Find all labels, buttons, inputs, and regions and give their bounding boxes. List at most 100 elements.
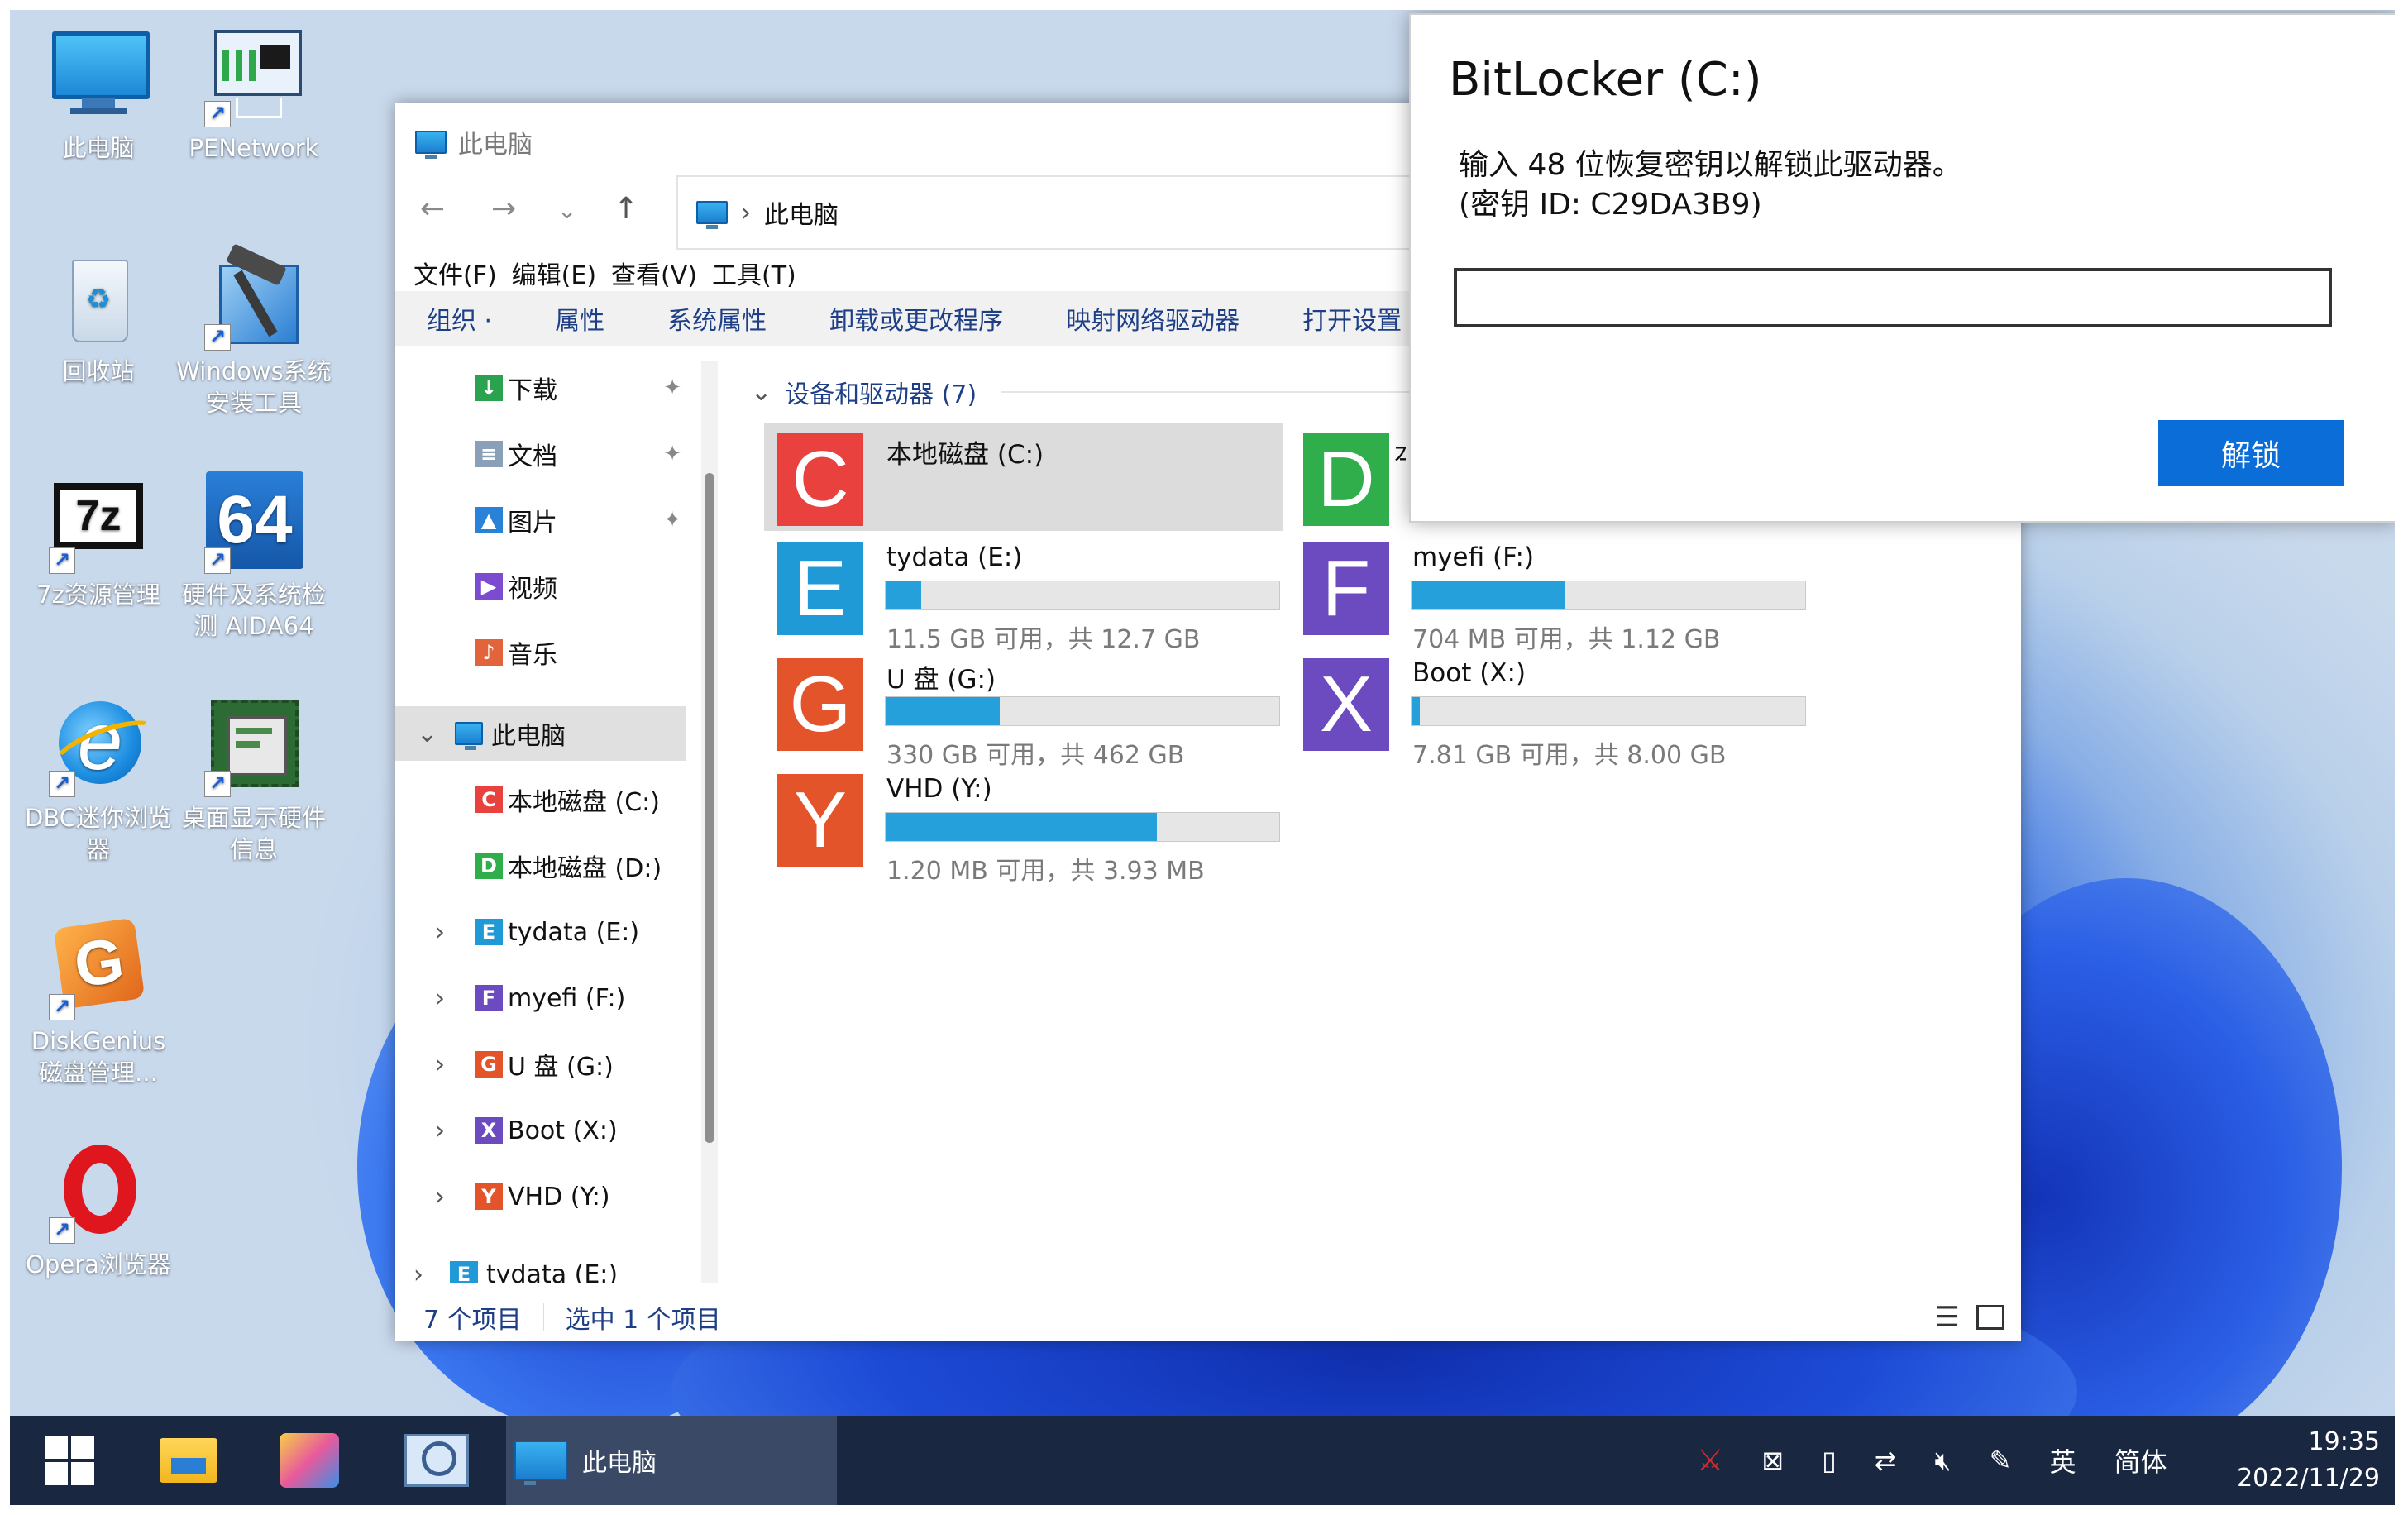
chevron-right-icon[interactable]: › — [435, 1116, 445, 1145]
desktop-icon-diskgenius[interactable]: G ↗ DiskGenius磁盘管理... — [20, 917, 177, 1088]
desktop-icon-opera[interactable]: ↗ Opera浏览器 — [20, 1141, 177, 1280]
nav-item-videos[interactable]: ▶ 视频 — [395, 559, 686, 614]
drive-e-icon: E — [475, 919, 503, 945]
desktop-icon-aida64[interactable]: 64 ↗ 硬件及系统检测 AIDA64 — [175, 471, 332, 642]
desktop-icon-label: PENetwork — [189, 134, 319, 162]
chevron-right-icon[interactable]: › — [413, 1260, 423, 1283]
pen-icon[interactable]: ✎ — [1990, 1445, 2012, 1476]
drive-tile-c[interactable]: C 本地磁盘 (C:) — [764, 423, 1283, 531]
download-folder-icon: ↓ — [475, 375, 503, 401]
nav-item-pictures[interactable]: ▲ 图片 ✦ — [395, 493, 686, 547]
recent-dropdown-button[interactable]: ⌄ — [557, 197, 576, 224]
breadcrumb[interactable]: 此电脑 — [764, 194, 838, 231]
nav-item-documents[interactable]: ≡ 文档 ✦ — [395, 427, 686, 481]
desktop-icon-label: DiskGenius磁盘管理... — [31, 1027, 166, 1087]
nav-item-label: U 盘 (G:) — [508, 1053, 614, 1082]
properties-button[interactable]: 属性 — [523, 300, 636, 337]
chevron-down-icon[interactable]: ⌄ — [417, 719, 437, 748]
nav-item-downloads[interactable]: ↓ 下载 ✦ — [395, 361, 686, 415]
nav-item-drive-x[interactable]: › X Boot (X:) — [395, 1103, 686, 1158]
antivirus-icon[interactable]: ⚔ — [1697, 1444, 1723, 1478]
desktop-icon-7z[interactable]: 7z ↗ 7z资源管理 — [20, 471, 177, 610]
nav-item-drive-f[interactable]: › F myefi (F:) — [395, 971, 686, 1025]
network-share-icon[interactable]: ⇄ — [1875, 1445, 1897, 1476]
desktop-icon-this-pc[interactable]: 此电脑 — [20, 25, 177, 164]
organize-button[interactable]: 组织 · — [395, 300, 523, 337]
desktop-icon-penetwork[interactable]: ↗ PENetwork — [175, 25, 332, 164]
ime-language[interactable]: 英 — [2050, 1441, 2076, 1479]
dialog-message-line: 输入 48 位恢复密钥以解锁此驱动器。 — [1459, 148, 1962, 182]
desktop-icon-dbc-browser[interactable]: e ↗ DBC迷你浏览器 — [20, 695, 177, 865]
nav-item-this-pc[interactable]: ⌄ 此电脑 — [395, 706, 686, 761]
usage-bar — [885, 581, 1280, 610]
opera-browser-icon: ↗ — [47, 1141, 150, 1244]
menu-file[interactable]: 文件(F) — [413, 255, 497, 291]
pin-icon[interactable]: ✦ — [663, 375, 681, 400]
drive-name: tydata (E:) — [886, 542, 1023, 572]
bitlocker-dialog: BitLocker (C:) 输入 48 位恢复密钥以解锁此驱动器。 (密钥 I… — [1409, 13, 2395, 523]
clock-time: 19:35 — [2308, 1427, 2380, 1456]
back-button[interactable]: ← — [420, 192, 445, 226]
nav-item-drive-e-partial[interactable]: › E tydata (E:) — [395, 1247, 686, 1283]
drive-free-space: 1.20 MB 可用，共 3.93 MB — [886, 857, 1205, 886]
drive-tile-d[interactable]: D 本 — [1290, 423, 1406, 528]
volume-muted-icon[interactable]: 🔇︎ — [1935, 1445, 1952, 1477]
drive-tile-x[interactable]: X Boot (X:) 7.81 GB 可用，共 8.00 GB — [1290, 648, 1811, 770]
network-disconnected-icon[interactable]: ⊠ — [1761, 1445, 1784, 1476]
nav-item-drive-e[interactable]: › E tydata (E:) — [395, 905, 686, 959]
drive-tile-e[interactable]: E tydata (E:) 11.5 GB 可用，共 12.7 GB — [764, 533, 1285, 654]
drive-tile-y[interactable]: Y VHD (Y:) 1.20 MB 可用，共 3.93 MB — [764, 764, 1285, 886]
details-view-icon[interactable]: ☰ — [1935, 1301, 1960, 1334]
chevron-right-icon[interactable]: › — [435, 984, 445, 1013]
desktop-icon-hardware-info[interactable]: ↗ 桌面显示硬件信息 — [175, 695, 332, 865]
chevron-right-icon[interactable]: › — [435, 918, 445, 947]
scrollbar-thumb[interactable] — [705, 473, 714, 1143]
nav-item-label: 音乐 — [508, 641, 557, 670]
ime-mode[interactable]: 简体 — [2114, 1441, 2167, 1479]
desktop-icon-recycle-bin[interactable]: ♻ 回收站 — [20, 248, 177, 387]
map-network-drive-button[interactable]: 映射网络驱动器 — [1034, 300, 1271, 337]
dialog-message: 输入 48 位恢复密钥以解锁此驱动器。 (密钥 ID: C29DA3B9) — [1459, 146, 1962, 225]
taskbar-window-this-pc[interactable]: 此电脑 — [506, 1416, 837, 1505]
taskbar-window-label: 此电脑 — [582, 1449, 657, 1478]
nav-item-music[interactable]: ♪ 音乐 — [395, 625, 686, 680]
tiles-view-icon[interactable] — [1976, 1305, 2004, 1330]
menu-edit[interactable]: 编辑(E) — [512, 255, 596, 291]
recovery-key-input[interactable] — [1454, 268, 2332, 327]
taskbar-app-tool[interactable] — [263, 1416, 356, 1505]
breadcrumb-separator-icon: › — [741, 198, 751, 227]
drive-tile-g[interactable]: G U 盘 (G:) 330 GB 可用，共 462 GB — [764, 648, 1285, 770]
uninstall-program-button[interactable]: 卸载或更改程序 — [798, 300, 1034, 337]
taskbar-search-app[interactable] — [390, 1416, 483, 1505]
chevron-right-icon[interactable]: › — [435, 1183, 445, 1212]
pin-icon[interactable]: ✦ — [663, 508, 681, 533]
shortcut-arrow-icon: ↗ — [204, 324, 231, 351]
status-bar: 7 个项目 选中 1 个项目 ☰ — [395, 1293, 2021, 1341]
menu-tools[interactable]: 工具(T) — [712, 255, 796, 291]
desktop-icon-label: 回收站 — [62, 357, 135, 385]
clock[interactable]: 19:35 2022/11/29 — [2237, 1416, 2380, 1505]
setup-tool-icon: ↗ — [203, 243, 305, 351]
usage-bar-fill — [886, 581, 921, 609]
desktop-icon-windows-setup[interactable]: ↗ Windows系统安装工具 — [175, 243, 332, 418]
usb-drive-icon[interactable]: ▯ — [1822, 1445, 1837, 1476]
chevron-right-icon[interactable]: › — [435, 1050, 445, 1079]
nav-item-drive-c[interactable]: C 本地磁盘 (C:) — [395, 772, 686, 827]
nav-item-drive-d[interactable]: D 本地磁盘 (D:) — [395, 839, 686, 893]
unlock-button[interactable]: 解锁 — [2158, 420, 2344, 486]
taskbar-file-explorer[interactable] — [142, 1416, 235, 1505]
drive-tile-f[interactable]: F myefi (F:) 704 MB 可用，共 1.12 GB — [1290, 533, 1811, 654]
nav-item-drive-g[interactable]: › G U 盘 (G:) — [395, 1037, 686, 1092]
menu-view[interactable]: 查看(V) — [611, 255, 697, 291]
shortcut-arrow-icon: ↗ — [49, 771, 75, 797]
drive-free-space: 7.81 GB 可用，共 8.00 GB — [1412, 741, 1727, 770]
up-button[interactable]: ↑ — [614, 192, 638, 226]
nav-item-drive-y[interactable]: › Y VHD (Y:) — [395, 1169, 686, 1224]
clock-date: 2022/11/29 — [2237, 1464, 2380, 1493]
nav-scrollbar[interactable] — [701, 361, 718, 1283]
pin-icon[interactable]: ✦ — [663, 442, 681, 466]
forward-button[interactable]: → — [491, 192, 516, 226]
start-button[interactable] — [23, 1416, 116, 1505]
window-title-text: 此电脑 — [458, 131, 533, 160]
system-properties-button[interactable]: 系统属性 — [636, 300, 798, 337]
